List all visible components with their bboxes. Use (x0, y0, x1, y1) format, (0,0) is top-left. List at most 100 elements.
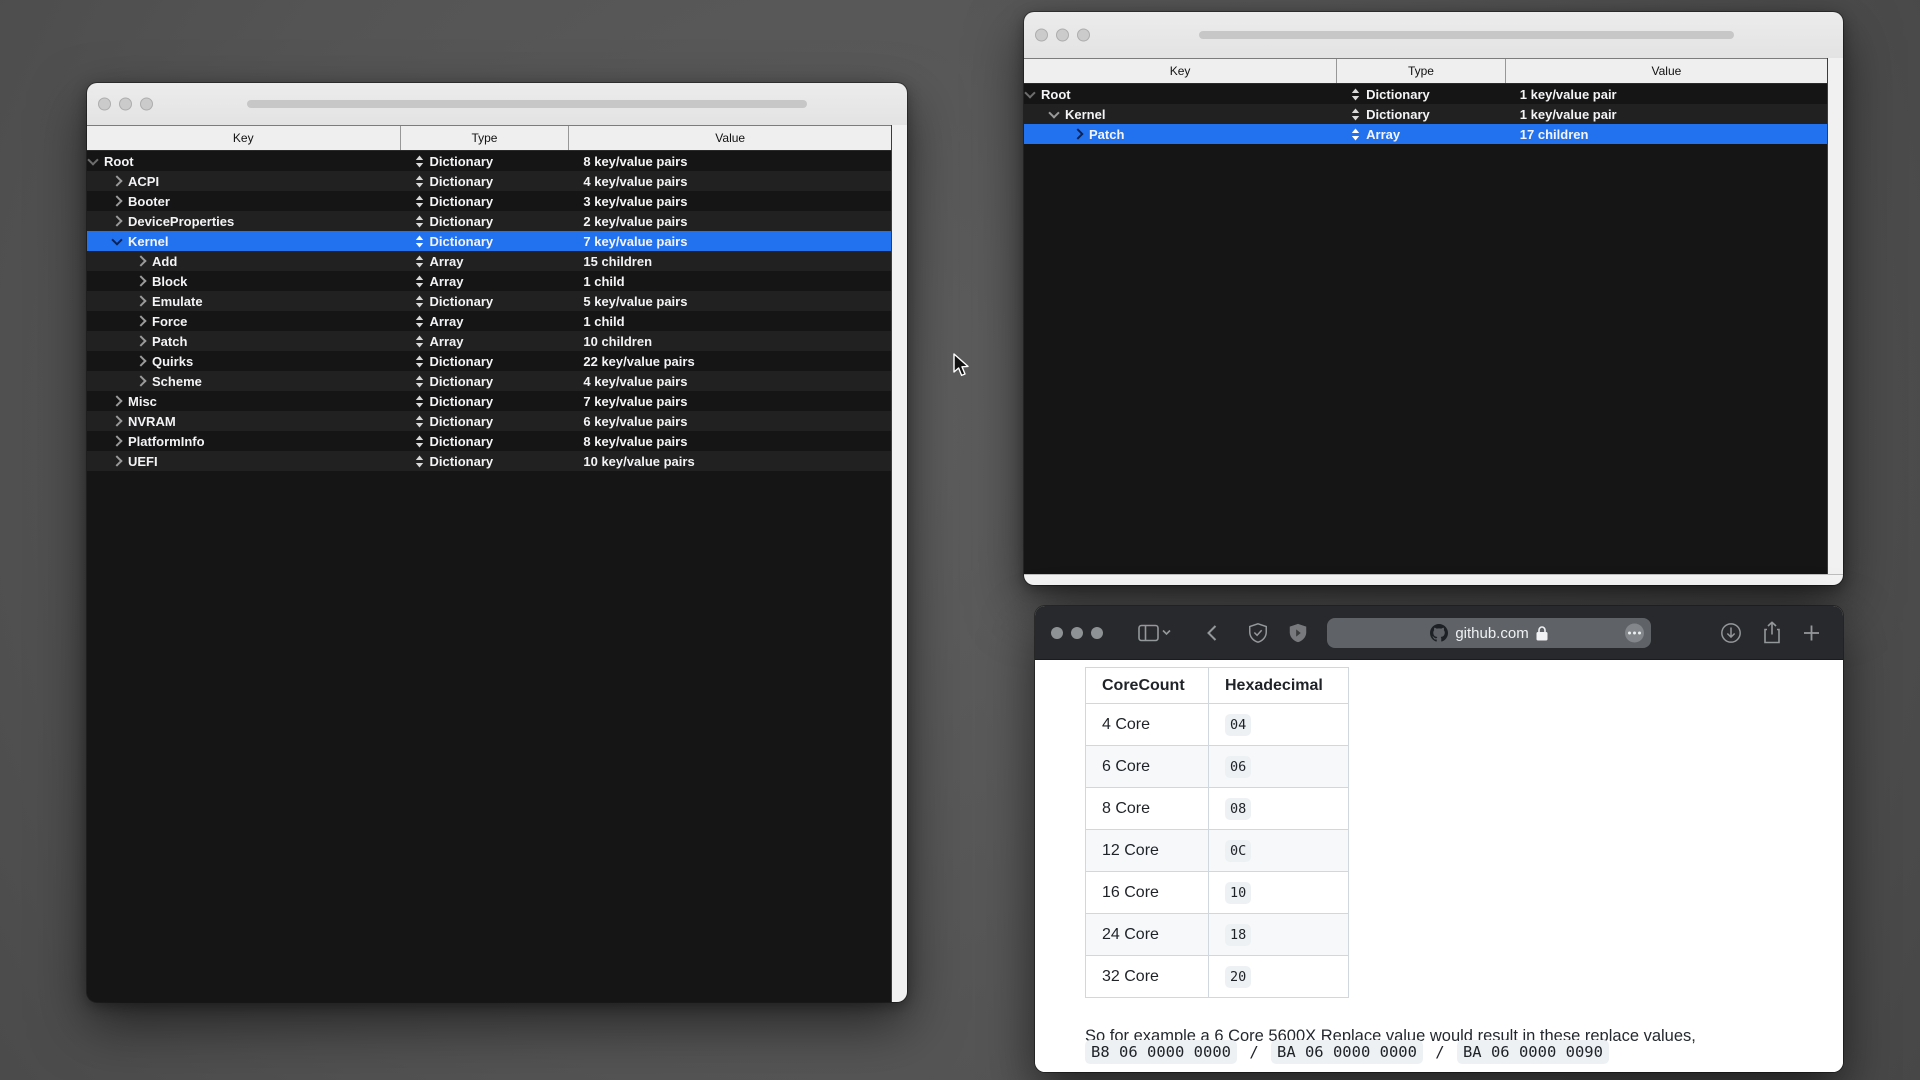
plist-row-root[interactable]: RootDictionary1 key/value pair (1024, 84, 1827, 104)
zoom-button[interactable] (1091, 627, 1103, 639)
type-cell[interactable]: Dictionary (401, 454, 570, 469)
close-button[interactable] (1051, 627, 1063, 639)
plist-row-nvram[interactable]: NVRAMDictionary6 key/value pairs (87, 411, 891, 431)
disclosure-collapsed-icon[interactable] (111, 195, 122, 206)
type-cell[interactable]: Dictionary (1337, 87, 1506, 102)
plist-row-uefi[interactable]: UEFIDictionary10 key/value pairs (87, 451, 891, 471)
disclosure-expanded-icon[interactable] (1024, 87, 1035, 98)
type-cell[interactable]: Dictionary (401, 234, 570, 249)
disclosure-expanded-icon[interactable] (87, 154, 98, 165)
type-cell[interactable]: Dictionary (401, 194, 570, 209)
column-header-value[interactable]: Value (569, 126, 891, 150)
disclosure-collapsed-icon[interactable] (111, 215, 122, 226)
disclosure-collapsed-icon[interactable] (111, 435, 122, 446)
plist-row-emulate[interactable]: EmulateDictionary5 key/value pairs (87, 291, 891, 311)
vertical-scrollbar[interactable] (891, 125, 907, 1002)
disclosure-collapsed-icon[interactable] (135, 295, 146, 306)
minimize-button[interactable] (1056, 29, 1069, 42)
type-cell[interactable]: Dictionary (401, 374, 570, 389)
value-cell: 5 key/value pairs (569, 294, 891, 309)
type-cell[interactable]: Dictionary (401, 174, 570, 189)
downloads-icon[interactable] (1720, 622, 1742, 644)
plist-row-deviceproperties[interactable]: DevicePropertiesDictionary2 key/value pa… (87, 211, 891, 231)
disclosure-expanded-icon[interactable] (111, 234, 122, 245)
traffic-lights (1035, 29, 1090, 42)
disclosure-collapsed-icon[interactable] (135, 355, 146, 366)
type-cell[interactable]: Dictionary (401, 214, 570, 229)
key-label: Block (152, 274, 187, 289)
key-label: ACPI (128, 174, 159, 189)
type-cell[interactable]: Dictionary (1337, 107, 1506, 122)
sidebar-icon[interactable] (1138, 624, 1171, 641)
plist-row-quirks[interactable]: QuirksDictionary22 key/value pairs (87, 351, 891, 371)
disclosure-collapsed-icon[interactable] (111, 415, 122, 426)
column-header-type[interactable]: Type (401, 126, 570, 150)
new-tab-icon[interactable] (1803, 624, 1820, 641)
address-bar[interactable]: github.com (1327, 618, 1651, 648)
plist-row-patch[interactable]: PatchArray10 children (87, 331, 891, 351)
plist-row-platforminfo[interactable]: PlatformInfoDictionary8 key/value pairs (87, 431, 891, 451)
minimize-button[interactable] (1071, 627, 1083, 639)
type-cell[interactable]: Array (401, 334, 570, 349)
extension-shield-icon[interactable] (1287, 622, 1309, 644)
type-cell[interactable]: Dictionary (401, 394, 570, 409)
plist-row-kernel[interactable]: KernelDictionary1 key/value pair (1024, 104, 1827, 124)
type-cell[interactable]: Dictionary (401, 154, 570, 169)
column-header-type[interactable]: Type (1337, 59, 1506, 83)
page-settings-icon[interactable] (1625, 624, 1644, 643)
type-cell[interactable]: Dictionary (401, 354, 570, 369)
plist-row-misc[interactable]: MiscDictionary7 key/value pairs (87, 391, 891, 411)
close-button[interactable] (1035, 29, 1048, 42)
back-icon[interactable] (1207, 624, 1217, 641)
vertical-scrollbar[interactable] (1827, 58, 1843, 574)
corecount-table: CoreCountHexadecimal 4 Core046 Core068 C… (1085, 667, 1349, 998)
plist-row-scheme[interactable]: SchemeDictionary4 key/value pairs (87, 371, 891, 391)
type-cell[interactable]: Array (1337, 127, 1506, 142)
plist-row-block[interactable]: BlockArray1 child (87, 271, 891, 291)
window-title-bar[interactable] (1024, 12, 1843, 59)
titlebar-scrollbar[interactable] (247, 100, 807, 108)
plist-row-root[interactable]: RootDictionary8 key/value pairs (87, 151, 891, 171)
column-header-key[interactable]: Key (87, 126, 401, 150)
type-cell[interactable]: Dictionary (401, 414, 570, 429)
titlebar-scrollbar[interactable] (1199, 31, 1734, 39)
plist-editor-window-left: Key Type Value RootDictionary8 key/value… (87, 83, 907, 1002)
zoom-button[interactable] (1077, 29, 1090, 42)
disclosure-collapsed-icon[interactable] (111, 395, 122, 406)
disclosure-collapsed-icon[interactable] (135, 315, 146, 326)
zoom-button[interactable] (140, 98, 153, 111)
plist-row-booter[interactable]: BooterDictionary3 key/value pairs (87, 191, 891, 211)
plist-row-acpi[interactable]: ACPIDictionary4 key/value pairs (87, 171, 891, 191)
minimize-button[interactable] (119, 98, 132, 111)
disclosure-collapsed-icon[interactable] (111, 175, 122, 186)
share-icon[interactable] (1762, 621, 1782, 644)
type-cell[interactable]: Array (401, 274, 570, 289)
type-cell[interactable]: Array (401, 254, 570, 269)
disclosure-collapsed-icon[interactable] (135, 275, 146, 286)
web-page-content: CoreCountHexadecimal 4 Core046 Core068 C… (1035, 660, 1843, 1072)
type-cell[interactable]: Array (401, 314, 570, 329)
disclosure-collapsed-icon[interactable] (135, 335, 146, 346)
column-header-row: Key Type Value (87, 125, 891, 151)
horizontal-scrollbar[interactable] (1024, 574, 1843, 585)
privacy-shield-icon[interactable] (1247, 622, 1269, 644)
plist-row-add[interactable]: AddArray15 children (87, 251, 891, 271)
key-cell: Patch (87, 334, 401, 349)
column-header-key[interactable]: Key (1024, 59, 1337, 83)
column-header-value[interactable]: Value (1506, 59, 1827, 83)
disclosure-expanded-icon[interactable] (1048, 107, 1059, 118)
value-cell: 8 key/value pairs (569, 154, 891, 169)
disclosure-collapsed-icon[interactable] (135, 255, 146, 266)
close-button[interactable] (98, 98, 111, 111)
disclosure-collapsed-icon[interactable] (135, 375, 146, 386)
type-cell[interactable]: Dictionary (401, 434, 570, 449)
plist-row-kernel[interactable]: KernelDictionary7 key/value pairs (87, 231, 891, 251)
window-title-bar[interactable] (87, 83, 907, 126)
plist-row-force[interactable]: ForceArray1 child (87, 311, 891, 331)
key-label: Quirks (152, 354, 193, 369)
disclosure-collapsed-icon[interactable] (111, 455, 122, 466)
disclosure-collapsed-icon[interactable] (1072, 128, 1083, 139)
type-cell[interactable]: Dictionary (401, 294, 570, 309)
type-label: Dictionary (430, 294, 494, 309)
plist-row-patch[interactable]: PatchArray17 children (1024, 124, 1827, 144)
